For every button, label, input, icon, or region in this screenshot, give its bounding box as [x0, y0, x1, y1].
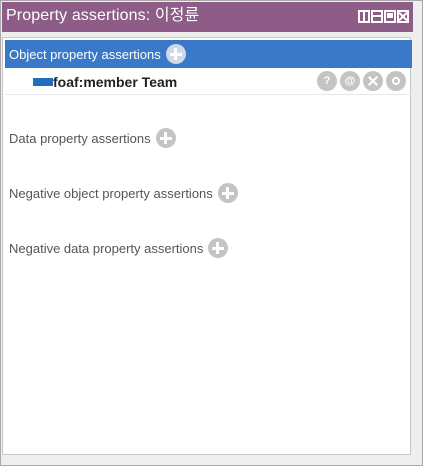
- edit-button[interactable]: [386, 71, 406, 91]
- window-controls: [358, 10, 409, 23]
- negative-data-property-assertions-header[interactable]: Negative data property assertions: [5, 234, 412, 262]
- add-negative-data-property-assertion-button[interactable]: [208, 238, 229, 258]
- add-negative-object-property-assertion-button[interactable]: [217, 183, 238, 203]
- section-label: Object property assertions: [9, 46, 161, 62]
- annotate-button[interactable]: ?: [317, 71, 337, 91]
- assertions-list: Object property assertions foaf:member T…: [2, 37, 412, 455]
- view-title: Property assertions: 이정륜: [6, 7, 200, 24]
- add-data-property-assertion-button[interactable]: [155, 128, 176, 148]
- property-assertions-view: Property assertions: 이정륜 Object property…: [0, 0, 423, 466]
- row-actions: ? @: [317, 71, 406, 91]
- negative-object-property-assertions-header[interactable]: Negative object property assertions: [5, 179, 412, 207]
- split-horizontal-icon[interactable]: [371, 10, 383, 23]
- section-label: Data property assertions: [9, 130, 151, 146]
- maximize-icon[interactable]: [384, 10, 396, 23]
- view-title-bar: Property assertions: 이정륜: [2, 2, 413, 32]
- data-property-assertions-header[interactable]: Data property assertions: [5, 124, 412, 152]
- section-label: Negative object property assertions: [9, 185, 213, 201]
- assertion-text: foaf:member Team: [53, 74, 178, 90]
- add-object-property-assertion-button[interactable]: [165, 44, 186, 64]
- list-item[interactable]: foaf:member Team ? @: [5, 70, 412, 95]
- delete-button[interactable]: [363, 71, 383, 91]
- object-property-assertions-header[interactable]: Object property assertions: [5, 40, 412, 68]
- close-icon[interactable]: [397, 10, 409, 23]
- explain-button[interactable]: @: [340, 71, 360, 91]
- section-label: Negative data property assertions: [9, 240, 204, 256]
- split-vertical-icon[interactable]: [358, 10, 370, 23]
- object-property-icon: [33, 78, 53, 86]
